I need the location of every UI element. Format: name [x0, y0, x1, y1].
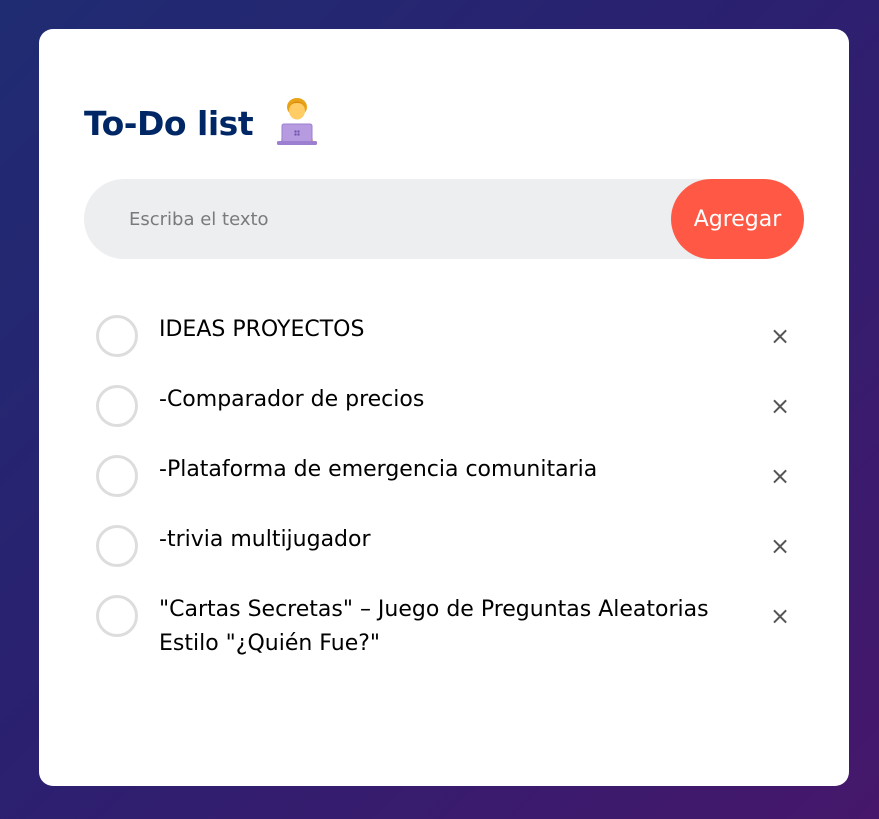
task-checkbox[interactable] — [96, 455, 138, 497]
task-input[interactable] — [84, 179, 664, 259]
add-button[interactable]: Agregar — [671, 179, 804, 259]
task-text: "Cartas Secretas" – Juego de Preguntas A… — [159, 597, 709, 656]
header: To-Do list — [84, 97, 321, 149]
delete-icon[interactable]: × — [766, 462, 794, 490]
task-text: -Comparador de precios — [159, 387, 425, 412]
task-item[interactable]: "Cartas Secretas" – Juego de Preguntas A… — [84, 586, 804, 680]
task-text: -trivia multijugador — [159, 527, 371, 552]
page-title: To-Do list — [84, 103, 254, 143]
task-text: IDEAS PROYECTOS — [159, 317, 365, 342]
delete-icon[interactable]: × — [766, 602, 794, 630]
task-item[interactable]: -trivia multijugador × — [84, 516, 804, 586]
todo-app-card: To-Do list Agreg — [39, 29, 849, 786]
task-list: IDEAS PROYECTOS × -Comparador de precios… — [84, 306, 804, 680]
task-checkbox[interactable] — [96, 525, 138, 567]
delete-icon[interactable]: × — [766, 532, 794, 560]
delete-icon[interactable]: × — [766, 392, 794, 420]
task-text: -Plataforma de emergencia comunitaria — [159, 457, 598, 482]
task-item[interactable]: -Plataforma de emergencia comunitaria × — [84, 446, 804, 516]
task-item[interactable]: IDEAS PROYECTOS × — [84, 306, 804, 376]
delete-icon[interactable]: × — [766, 322, 794, 350]
add-task-form: Agregar — [84, 179, 804, 259]
task-item[interactable]: -Comparador de precios × — [84, 376, 804, 446]
person-with-laptop-icon — [273, 95, 321, 147]
task-checkbox[interactable] — [96, 385, 138, 427]
task-checkbox[interactable] — [96, 595, 138, 637]
task-checkbox[interactable] — [96, 315, 138, 357]
